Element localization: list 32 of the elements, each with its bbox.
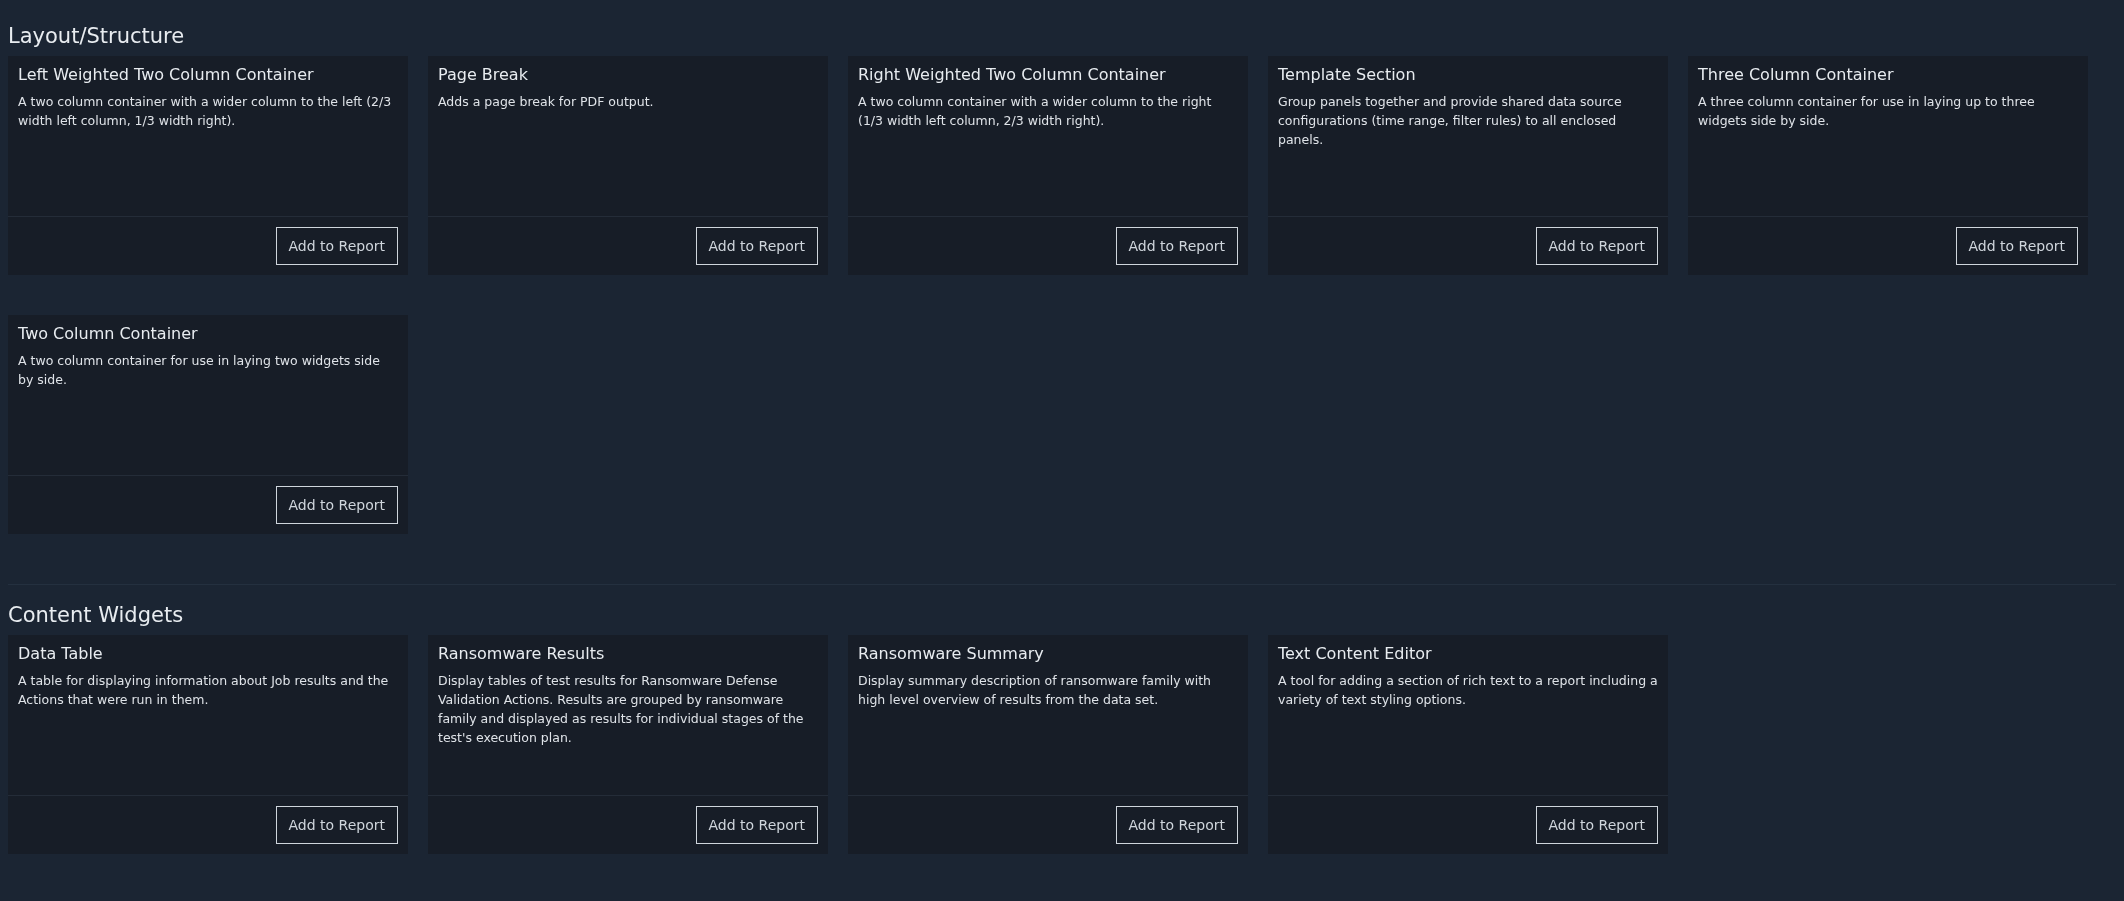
add-to-report-button[interactable]: Add to Report [1535, 227, 1658, 265]
widget-title: Template Section [1278, 64, 1416, 86]
widget-title: Three Column Container [1698, 64, 1894, 86]
widget-description: A three column container for use in laying up to three widgets side by side. [1698, 93, 2036, 130]
add-to-report-button[interactable]: Add to Report [1535, 806, 1658, 844]
section-heading: Content Widgets [8, 602, 184, 629]
widget-description: A two column container for use in laying two widgets side by side. [18, 352, 381, 389]
widget-description: A two column container with a wider column to the left (2/3 width left column, 1/3 width right). [18, 93, 393, 130]
add-to-report-button[interactable]: Add to Report [1115, 227, 1238, 265]
widget-description: Group panels together and provide shared data source configurations (time range, filter rules) to all enclosed panels. [1278, 93, 1623, 149]
add-to-report-button[interactable]: Add to Report [695, 806, 818, 844]
add-to-report-button[interactable]: Add to Report [275, 806, 398, 844]
add-to-report-button[interactable]: Add to Report [1955, 227, 2078, 265]
widget-title: Ransomware Results [438, 643, 605, 665]
widget-description: A table for displaying information about Job results and the Actions that were run in them. [18, 672, 390, 709]
widget-description: Adds a page break for PDF output. [438, 93, 655, 111]
add-to-report-button[interactable]: Add to Report [695, 227, 818, 265]
add-to-report-button[interactable]: Add to Report [1115, 806, 1238, 844]
widget-description: A tool for adding a section of rich text to a report including a variety of text styling options. [1278, 672, 1658, 709]
widget-description: Display summary description of ransomware family with high level overview of results from the data set. [858, 672, 1213, 709]
section-heading: Layout/Structure [8, 23, 185, 50]
widget-title: Two Column Container [18, 323, 198, 345]
add-to-report-button[interactable]: Add to Report [275, 227, 398, 265]
widget-title: Right Weighted Two Column Container [858, 64, 1166, 86]
widget-title: Ransomware Summary [858, 643, 1044, 665]
widget-title: Page Break [438, 64, 528, 86]
add-to-report-button[interactable]: Add to Report [275, 486, 398, 524]
widget-title: Text Content Editor [1278, 643, 1432, 665]
widget-description: A two column container with a wider column to the right (1/3 width left column, 2/3 width right). [858, 93, 1213, 130]
widget-title: Left Weighted Two Column Container [18, 64, 314, 86]
widget-title: Data Table [18, 643, 103, 665]
widget-description: Display tables of test results for Ransomware Defense Validation Actions. Results are grouped by ransomware family and displayed as results for individual stages of the test's execution plan. [438, 672, 805, 747]
